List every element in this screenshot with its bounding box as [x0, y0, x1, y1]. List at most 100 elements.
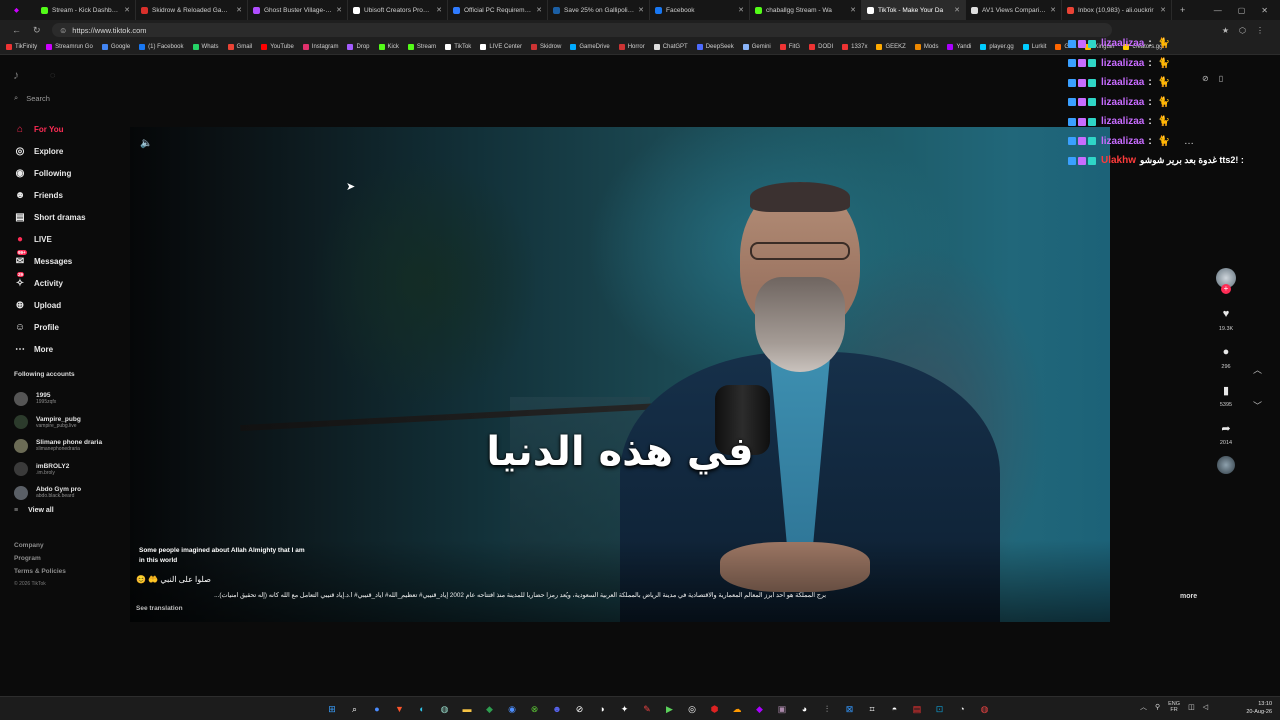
bookmark-item[interactable]: GameDrive: [570, 44, 610, 50]
bookmark-item[interactable]: Google: [101, 44, 130, 50]
discord-icon[interactable]: ☻: [549, 701, 565, 717]
chat-username[interactable]: lizaalizaa: [1101, 77, 1144, 88]
tab-close-icon[interactable]: ✕: [850, 6, 856, 14]
sidebar-item-upload[interactable]: ⊕ Upload: [14, 294, 124, 316]
chat-username[interactable]: lizaalizaa: [1101, 97, 1144, 108]
taskbar-app-icon[interactable]: ▶: [662, 701, 678, 717]
bookmark-item[interactable]: Skidrow: [531, 44, 561, 50]
taskbar-app-icon[interactable]: ◕: [797, 701, 813, 717]
bookmark-item[interactable]: Drop: [347, 44, 370, 50]
bookmark-item[interactable]: LIVE Center: [480, 44, 522, 50]
bookmark-item[interactable]: Kick: [378, 44, 399, 50]
steam-icon[interactable]: ◍: [437, 701, 453, 717]
view-all-button[interactable]: ≡ View all: [14, 507, 54, 514]
following-account[interactable]: Abdo Gym pro abdo.black.beard: [14, 481, 126, 505]
taskbar-app-icon[interactable]: ✦: [617, 701, 633, 717]
chat-username[interactable]: lizaalizaa: [1101, 38, 1144, 49]
maximize-icon[interactable]: ▢: [1238, 6, 1246, 15]
browser-tab[interactable]: Ubisoft Creators Program ✕: [348, 0, 448, 20]
save-button[interactable]: ▮ 5395: [1210, 384, 1242, 408]
site-info-icon[interactable]: ⊜: [60, 26, 66, 35]
following-account[interactable]: Slimane phone draria slimanephonedraria: [14, 434, 126, 458]
footer-link-company[interactable]: Company: [14, 539, 66, 552]
close-window-icon[interactable]: ✕: [1261, 6, 1268, 15]
sidebar-item-activity[interactable]: ✧ 29 Activity: [14, 272, 124, 294]
sidebar-item-explore[interactable]: ◎ Explore: [14, 140, 124, 162]
bookmark-item[interactable]: DODI: [809, 44, 833, 50]
browser-tab[interactable]: chaballgg Stream - Wa ✕: [750, 0, 862, 20]
bookmark-item[interactable]: ChatGPT: [653, 44, 688, 50]
creator-avatar[interactable]: +: [1216, 268, 1236, 294]
following-account[interactable]: imBROLY2 .im.broly: [14, 458, 126, 482]
bookmark-item[interactable]: Gemini: [742, 44, 771, 50]
xbox-icon[interactable]: ⊗: [527, 701, 543, 717]
new-tab-button[interactable]: +: [1172, 5, 1193, 15]
sidebar-item-friends[interactable]: ☻ Friends: [14, 184, 124, 206]
sidebar-item-short-dramas[interactable]: ▤ Short dramas: [14, 206, 124, 228]
bookmark-item[interactable]: TikTok: [445, 44, 471, 50]
bookmark-item[interactable]: Yandi: [947, 44, 971, 50]
taskbar-app-icon[interactable]: ◑: [594, 701, 610, 717]
taskbar-app-icon[interactable]: ◆: [482, 701, 498, 717]
previous-video-icon[interactable]: ︿: [1253, 352, 1262, 388]
bookmark-item[interactable]: Mods: [914, 44, 938, 50]
tab-close-icon[interactable]: ✕: [336, 6, 342, 14]
sidebar-item-messages[interactable]: ✉ 99+ Messages: [14, 250, 124, 272]
tab-close-icon[interactable]: ✕: [536, 6, 542, 14]
chat-username[interactable]: lizaalizaa: [1101, 58, 1144, 69]
footer-link-program[interactable]: Program: [14, 552, 66, 565]
browser-tab[interactable]: Stream - Kick Dashboard ✕: [36, 0, 136, 20]
tray-app-icon[interactable]: ⚲: [1155, 703, 1160, 711]
taskbar-app-icon[interactable]: ✎: [639, 701, 655, 717]
taskbar-app-icon[interactable]: ☁: [729, 701, 745, 717]
taskbar-app-icon[interactable]: ⌗: [864, 701, 880, 717]
bookmark-item[interactable]: (1) Facebook: [139, 44, 184, 50]
brave-icon[interactable]: ▼: [392, 701, 408, 717]
browser-tab[interactable]: Official PC Requirements fo ✕: [448, 0, 548, 20]
network-icon[interactable]: ◫: [1188, 703, 1195, 711]
following-account[interactable]: 1995 1995zqfx: [14, 387, 126, 411]
bookmark-item[interactable]: player.gg: [980, 44, 1014, 50]
tab-close-icon[interactable]: ✕: [124, 6, 130, 14]
tab-close-icon[interactable]: ✕: [1050, 6, 1056, 14]
bookmark-item[interactable]: FitG: [779, 44, 800, 50]
sidebar-item-live[interactable]: ● LIVE: [14, 228, 124, 250]
bookmark-item[interactable]: Stream: [407, 44, 436, 50]
bookmark-item[interactable]: DeepSeek: [696, 44, 734, 50]
chat-username[interactable]: lizaalizaa: [1101, 136, 1144, 147]
tab-close-icon[interactable]: ✕: [738, 6, 744, 14]
language-indicator[interactable]: ENG FR: [1168, 701, 1180, 713]
volume-icon[interactable]: 🔈: [140, 138, 152, 149]
browser-tab[interactable]: Save 25% on Gallipoli on St ✕: [548, 0, 650, 20]
bookmark-item[interactable]: GEEKZ: [876, 44, 906, 50]
tab-close-icon[interactable]: ✕: [436, 6, 442, 14]
next-video-icon[interactable]: ﹀: [1253, 388, 1262, 424]
browser-tab[interactable]: AV1 Views Comparison ✕: [966, 0, 1062, 20]
taskbar-app-icon[interactable]: ◎: [684, 701, 700, 717]
browser-tab[interactable]: Facebook ✕: [650, 0, 750, 20]
taskbar-app-icon[interactable]: ◆: [752, 701, 768, 717]
sidebar-item-profile[interactable]: ☺ Profile: [14, 316, 124, 338]
system-clock[interactable]: 13:10 20-Aug-26: [1236, 700, 1272, 716]
see-translation-link[interactable]: See translation: [136, 605, 183, 612]
taskbar-app-icon[interactable]: ⬢: [707, 701, 723, 717]
taskbar-search-icon[interactable]: ⌕: [347, 701, 363, 717]
taskbar-app-icon[interactable]: ⊡: [932, 701, 948, 717]
taskbar-app-icon[interactable]: ◓: [887, 701, 903, 717]
bookmark-item[interactable]: Instagram: [302, 44, 338, 50]
chat-username[interactable]: Ulakhw: [1101, 155, 1136, 166]
more-link[interactable]: more: [1180, 593, 1197, 600]
file-explorer-icon[interactable]: ▬: [459, 701, 475, 717]
comment-button[interactable]: ● 296: [1210, 346, 1242, 370]
bookmark-item[interactable]: Lurkit: [1022, 44, 1046, 50]
following-account[interactable]: Vampire_pubg vampire_pubg.live: [14, 411, 126, 435]
browser-profile-icon[interactable]: ◆: [14, 6, 19, 14]
chat-username[interactable]: lizaalizaa: [1101, 116, 1144, 127]
back-icon[interactable]: ←: [12, 25, 21, 36]
sidebar-item-for-you[interactable]: ⌂ For You: [14, 118, 124, 140]
tab-close-icon[interactable]: ✕: [954, 6, 960, 14]
bookmark-item[interactable]: Horror: [618, 44, 645, 50]
start-icon[interactable]: ⊞: [324, 701, 340, 717]
bookmark-item[interactable]: TikFinity: [6, 44, 37, 50]
tab-close-icon[interactable]: ✕: [236, 6, 242, 14]
